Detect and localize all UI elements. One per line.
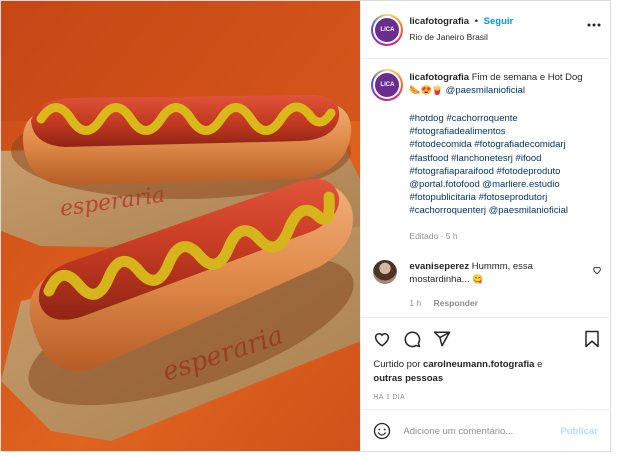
commenter-avatar[interactable] bbox=[373, 260, 398, 284]
caption-meta: Editado · 5 h bbox=[409, 231, 458, 241]
hashtag-line[interactable]: #cachorroquenterj @paesmilanioficial bbox=[409, 204, 604, 217]
instagram-post-modal: esperaria esperaria LICA licafotografia … bbox=[0, 0, 612, 452]
reply-button[interactable]: Responder bbox=[434, 298, 478, 308]
comment-meta: 1 h Responder bbox=[409, 297, 478, 310]
bookmark-icon[interactable] bbox=[584, 330, 600, 348]
likes-user[interactable]: carolneumann.fotografia bbox=[423, 359, 534, 370]
caption-body: Fim de semana e Hot Dog bbox=[471, 72, 583, 83]
comment-icon[interactable] bbox=[403, 330, 421, 348]
header-separator: • bbox=[474, 16, 479, 27]
post-side-panel: LICA licafotografia • Seguir Rio de Jane… bbox=[360, 1, 612, 451]
likes-others[interactable]: outras pessoas bbox=[373, 373, 443, 384]
comment-text-line2: mostardinha... bbox=[409, 274, 470, 285]
comment-text-line1: Hummm, essa bbox=[471, 261, 533, 272]
heart-icon[interactable] bbox=[373, 330, 391, 348]
hashtag-line[interactable]: #hotdog #cachorroquente bbox=[409, 112, 604, 125]
comment-like-small-heart-icon[interactable] bbox=[592, 265, 602, 275]
caption-username[interactable]: licafotografia bbox=[409, 72, 469, 83]
comment-input[interactable]: Adicione um comentário... bbox=[403, 425, 513, 438]
post-location[interactable]: Rio de Janeiro Brasil bbox=[409, 31, 487, 44]
hashtag-line[interactable]: #fotografiadealimentos bbox=[409, 125, 604, 138]
author-avatar[interactable]: LICA bbox=[371, 14, 404, 46]
likes-summary: Curtido por carolneumann.fotografia e ou… bbox=[373, 358, 598, 386]
caption-emojis: 🌭😍🍟 bbox=[409, 85, 444, 95]
post-photo[interactable]: esperaria esperaria bbox=[1, 1, 361, 451]
hashtag-line[interactable]: #fotodecomida #fotografiadecomidarj bbox=[409, 138, 604, 151]
likes-prefix: Curtido por bbox=[373, 359, 421, 370]
caption-avatar-logo-text: LICA bbox=[380, 81, 395, 88]
likes-suffix: e bbox=[537, 359, 543, 370]
hotdog-photo-illustration: esperaria esperaria bbox=[1, 1, 361, 451]
post-actions: Curtido por carolneumann.fotografia e ou… bbox=[361, 317, 612, 407]
more-options-icon[interactable] bbox=[587, 23, 601, 27]
share-icon[interactable] bbox=[433, 330, 451, 348]
caption-mention[interactable]: @paesmilanioficial bbox=[446, 85, 525, 96]
hashtag-line[interactable]: @portal.fotofood @marliere.estudio bbox=[409, 178, 604, 191]
publish-button[interactable]: Publicar bbox=[560, 425, 598, 438]
hashtag-line[interactable]: #fotografiaparaifood #fotodeproduto bbox=[409, 165, 604, 178]
hashtag-line[interactable]: #fastfood #lanchonetesrj #ifood bbox=[409, 152, 604, 165]
comment-time: 1 h bbox=[409, 298, 422, 308]
commenter-username[interactable]: evaniseperez bbox=[409, 261, 469, 272]
emoji-icon[interactable] bbox=[373, 422, 391, 440]
caption-text-block: licafotografia Fim de semana e Hot Dog 🌭… bbox=[409, 71, 604, 97]
add-comment-bar: Adicione um comentário... Publicar bbox=[361, 409, 612, 451]
hashtag-line[interactable]: #fotopublicitaria #fotoseprodutorj bbox=[409, 191, 604, 204]
comment-text-block: evaniseperez Hummm, essa mostardinha... … bbox=[409, 260, 587, 286]
post-header: LICA licafotografia • Seguir Rio de Jane… bbox=[361, 1, 612, 59]
caption-hashtags: #hotdog #cachorroquente #fotografiadeali… bbox=[409, 112, 604, 218]
author-username[interactable]: licafotografia bbox=[409, 16, 469, 27]
post-timestamp[interactable]: HÁ 1 DIA bbox=[373, 391, 405, 404]
follow-button[interactable]: Seguir bbox=[484, 16, 514, 27]
avatar-logo-text: LICA bbox=[380, 26, 395, 33]
comment-emoji: 😋 bbox=[472, 274, 484, 284]
caption-avatar[interactable]: LICA bbox=[371, 69, 404, 101]
